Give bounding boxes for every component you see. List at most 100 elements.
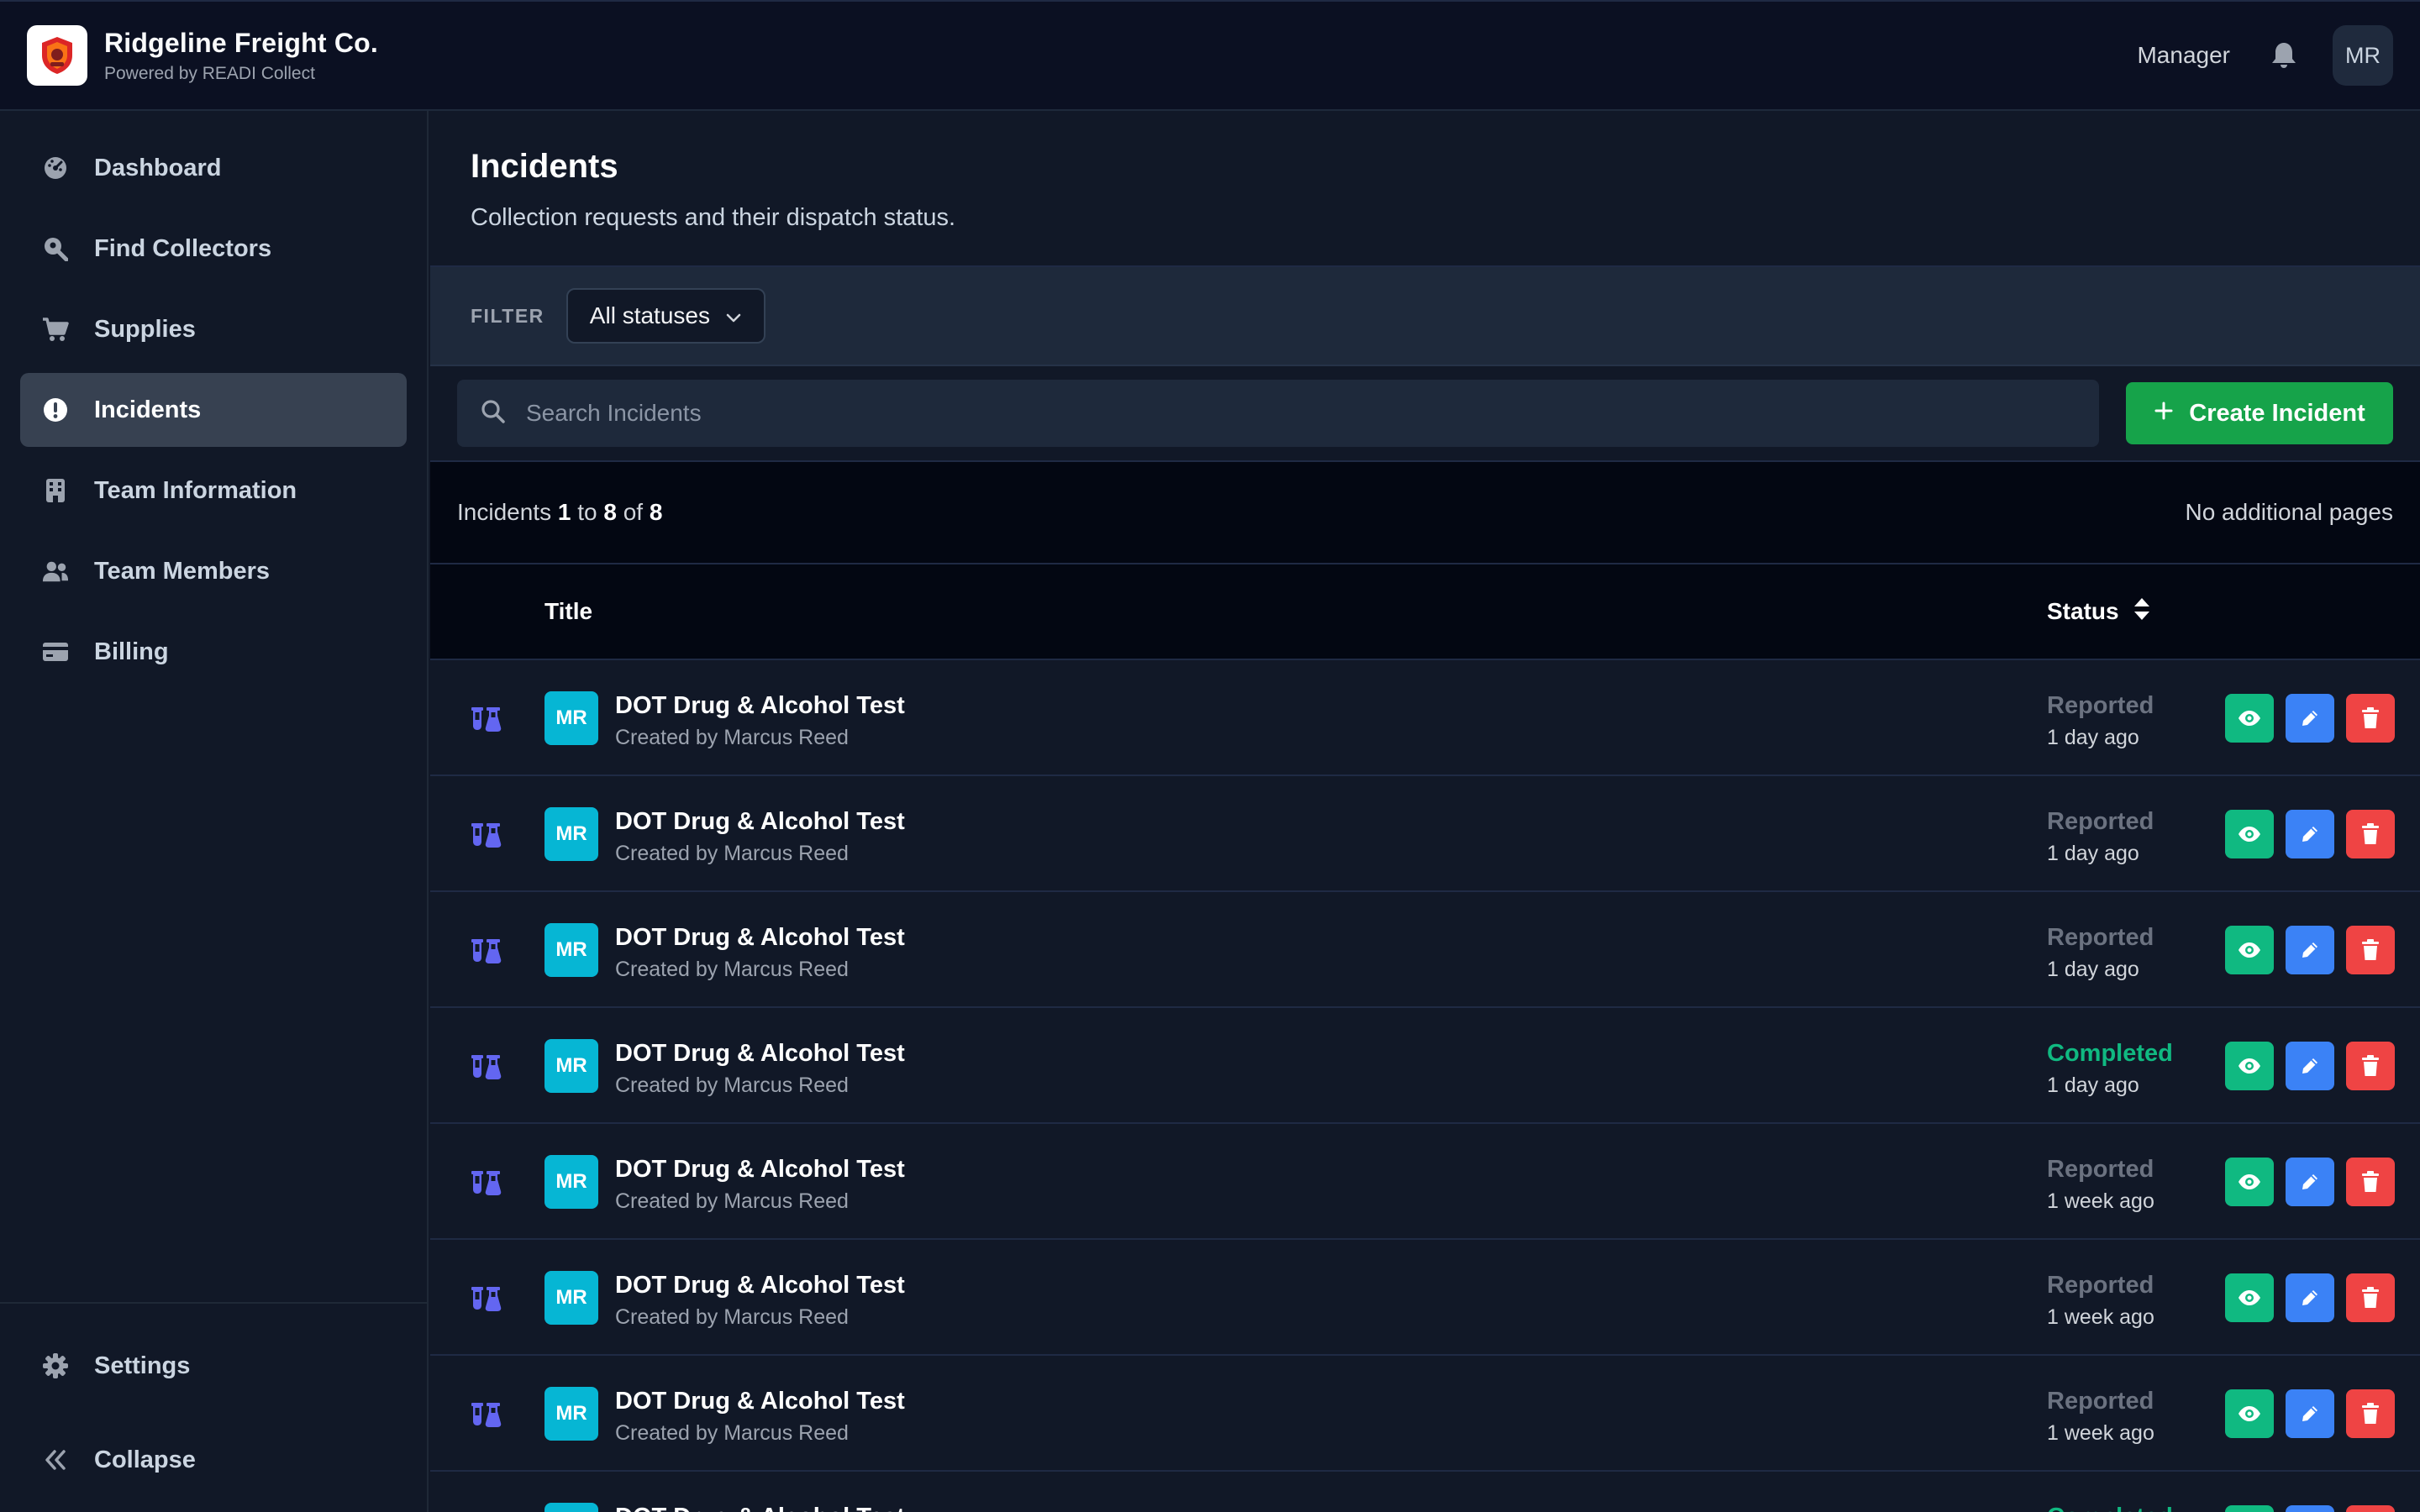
company-name: Ridgeline Freight Co. xyxy=(104,27,378,58)
sidebar-item-billing[interactable]: Billing xyxy=(20,615,407,689)
sidebar-nav: Dashboard Find Collectors Supplies Incid… xyxy=(0,111,427,689)
search-box[interactable] xyxy=(457,380,2099,447)
search-location-icon xyxy=(42,235,69,262)
lab-vials-icon xyxy=(469,934,502,968)
incident-creator: Created by Marcus Reed xyxy=(615,1305,849,1329)
view-button[interactable] xyxy=(2225,1158,2274,1206)
incident-title[interactable]: DOT Drug & Alcohol Test xyxy=(615,1040,905,1068)
creator-avatar: MR xyxy=(544,691,598,745)
eye-icon xyxy=(2238,942,2260,958)
status-timestamp: 1 day ago xyxy=(2047,958,2139,981)
creator-avatar: MR xyxy=(544,1387,598,1441)
edit-button[interactable] xyxy=(2286,926,2334,974)
table-row[interactable]: MR DOT Drug & Alcohol Test Created by Marc… xyxy=(430,1356,2420,1472)
delete-button[interactable] xyxy=(2346,810,2395,858)
table-row[interactable]: MR DOT Drug & Alcohol Test Created by Marc… xyxy=(430,776,2420,892)
column-header-status[interactable]: Status xyxy=(2047,596,2151,627)
view-button[interactable] xyxy=(2225,1505,2274,1512)
cart-icon xyxy=(42,316,69,343)
pencil-icon xyxy=(2302,827,2317,842)
status-badge: Reported xyxy=(2047,924,2154,951)
sidebar-item-supplies[interactable]: Supplies xyxy=(20,292,407,366)
delete-button[interactable] xyxy=(2346,1042,2395,1090)
delete-button[interactable] xyxy=(2346,1273,2395,1322)
sort-icon[interactable] xyxy=(2133,596,2151,627)
delete-button[interactable] xyxy=(2346,694,2395,743)
creator-avatar: MR xyxy=(544,1271,598,1325)
sidebar-item-find-collectors[interactable]: Find Collectors xyxy=(20,212,407,286)
sidebar-item-label: Team Information xyxy=(94,476,297,504)
view-button[interactable] xyxy=(2225,1389,2274,1438)
sidebar-item-label: Find Collectors xyxy=(94,234,272,262)
view-button[interactable] xyxy=(2225,926,2274,974)
table-row[interactable]: MR DOT Drug & Alcohol Test Created by Marc… xyxy=(430,660,2420,776)
lab-vials-icon xyxy=(469,1050,502,1084)
eye-icon xyxy=(2238,1406,2260,1421)
row-actions xyxy=(2225,1389,2407,1438)
table-row[interactable]: MR DOT Drug & Alcohol Test Created by Marc… xyxy=(430,1240,2420,1356)
lab-vials-icon xyxy=(469,702,502,736)
bell-icon[interactable] xyxy=(2265,37,2302,74)
view-button[interactable] xyxy=(2225,1042,2274,1090)
sidebar-item-team-members[interactable]: Team Members xyxy=(20,534,407,608)
incident-title[interactable]: DOT Drug & Alcohol Test xyxy=(615,924,905,952)
edit-button[interactable] xyxy=(2286,1273,2334,1322)
table-row[interactable]: DOT Drug & Alcohol Test Completed xyxy=(430,1472,2420,1512)
incident-title[interactable]: DOT Drug & Alcohol Test xyxy=(615,692,905,720)
status-timestamp: 1 week ago xyxy=(2047,1421,2154,1445)
user-role[interactable]: Manager xyxy=(2137,42,2230,69)
trash-icon xyxy=(2362,1287,2379,1308)
collapse-label: Collapse xyxy=(94,1446,196,1473)
edit-button[interactable] xyxy=(2286,1158,2334,1206)
sidebar: Dashboard Find Collectors Supplies Incid… xyxy=(0,111,429,1512)
table-row[interactable]: MR DOT Drug & Alcohol Test Created by Marc… xyxy=(430,1124,2420,1240)
row-actions xyxy=(2225,1505,2407,1512)
incident-title[interactable]: DOT Drug & Alcohol Test xyxy=(615,1272,905,1299)
incident-title[interactable]: DOT Drug & Alcohol Test xyxy=(615,808,905,836)
row-actions xyxy=(2225,1273,2407,1322)
incident-title[interactable]: DOT Drug & Alcohol Test xyxy=(615,1388,905,1415)
sidebar-item-team-information[interactable]: Team Information xyxy=(20,454,407,528)
delete-button[interactable] xyxy=(2346,926,2395,974)
edit-button[interactable] xyxy=(2286,1389,2334,1438)
table-row[interactable]: MR DOT Drug & Alcohol Test Created by Marc… xyxy=(430,892,2420,1008)
edit-button[interactable] xyxy=(2286,694,2334,743)
credit-card-icon xyxy=(42,638,69,665)
edit-button[interactable] xyxy=(2286,1042,2334,1090)
pencil-icon xyxy=(2302,711,2317,726)
eye-icon xyxy=(2238,711,2260,726)
create-incident-button[interactable]: Create Incident xyxy=(2126,382,2393,444)
table-row[interactable]: MR DOT Drug & Alcohol Test Created by Marc… xyxy=(430,1008,2420,1124)
pager-to: 8 xyxy=(603,499,617,525)
pencil-icon xyxy=(2302,1058,2317,1074)
view-button[interactable] xyxy=(2225,694,2274,743)
column-header-status-label: Status xyxy=(2047,598,2119,624)
user-avatar[interactable]: MR xyxy=(2333,25,2393,86)
delete-button[interactable] xyxy=(2346,1158,2395,1206)
creator-avatar: MR xyxy=(544,807,598,861)
pagination-summary: Incidents 1 to 8 of 8 No additional page… xyxy=(430,462,2420,564)
trash-icon xyxy=(2362,939,2379,960)
view-button[interactable] xyxy=(2225,1273,2274,1322)
incident-title[interactable]: DOT Drug & Alcohol Test xyxy=(615,1156,905,1184)
status-badge: Completed xyxy=(2047,1040,2173,1067)
company-logo[interactable] xyxy=(27,25,87,86)
sidebar-item-dashboard[interactable]: Dashboard xyxy=(20,131,407,205)
edit-button[interactable] xyxy=(2286,1505,2334,1512)
incident-creator: Created by Marcus Reed xyxy=(615,1421,849,1445)
status-badge: Reported xyxy=(2047,808,2154,835)
pencil-icon xyxy=(2302,1290,2317,1305)
incident-title[interactable]: DOT Drug & Alcohol Test xyxy=(615,1504,905,1512)
status-timestamp: 1 day ago xyxy=(2047,726,2139,749)
view-button[interactable] xyxy=(2225,810,2274,858)
status-filter-select[interactable]: All statuses xyxy=(566,288,765,344)
search-input[interactable] xyxy=(526,400,2039,427)
collapse-sidebar-button[interactable]: Collapse xyxy=(20,1423,407,1497)
edit-button[interactable] xyxy=(2286,810,2334,858)
sidebar-item-incidents[interactable]: Incidents xyxy=(20,373,407,447)
row-actions xyxy=(2225,694,2407,743)
incident-creator: Created by Marcus Reed xyxy=(615,1189,849,1213)
sidebar-item-settings[interactable]: Settings xyxy=(20,1329,407,1403)
delete-button[interactable] xyxy=(2346,1389,2395,1438)
delete-button[interactable] xyxy=(2346,1505,2395,1512)
